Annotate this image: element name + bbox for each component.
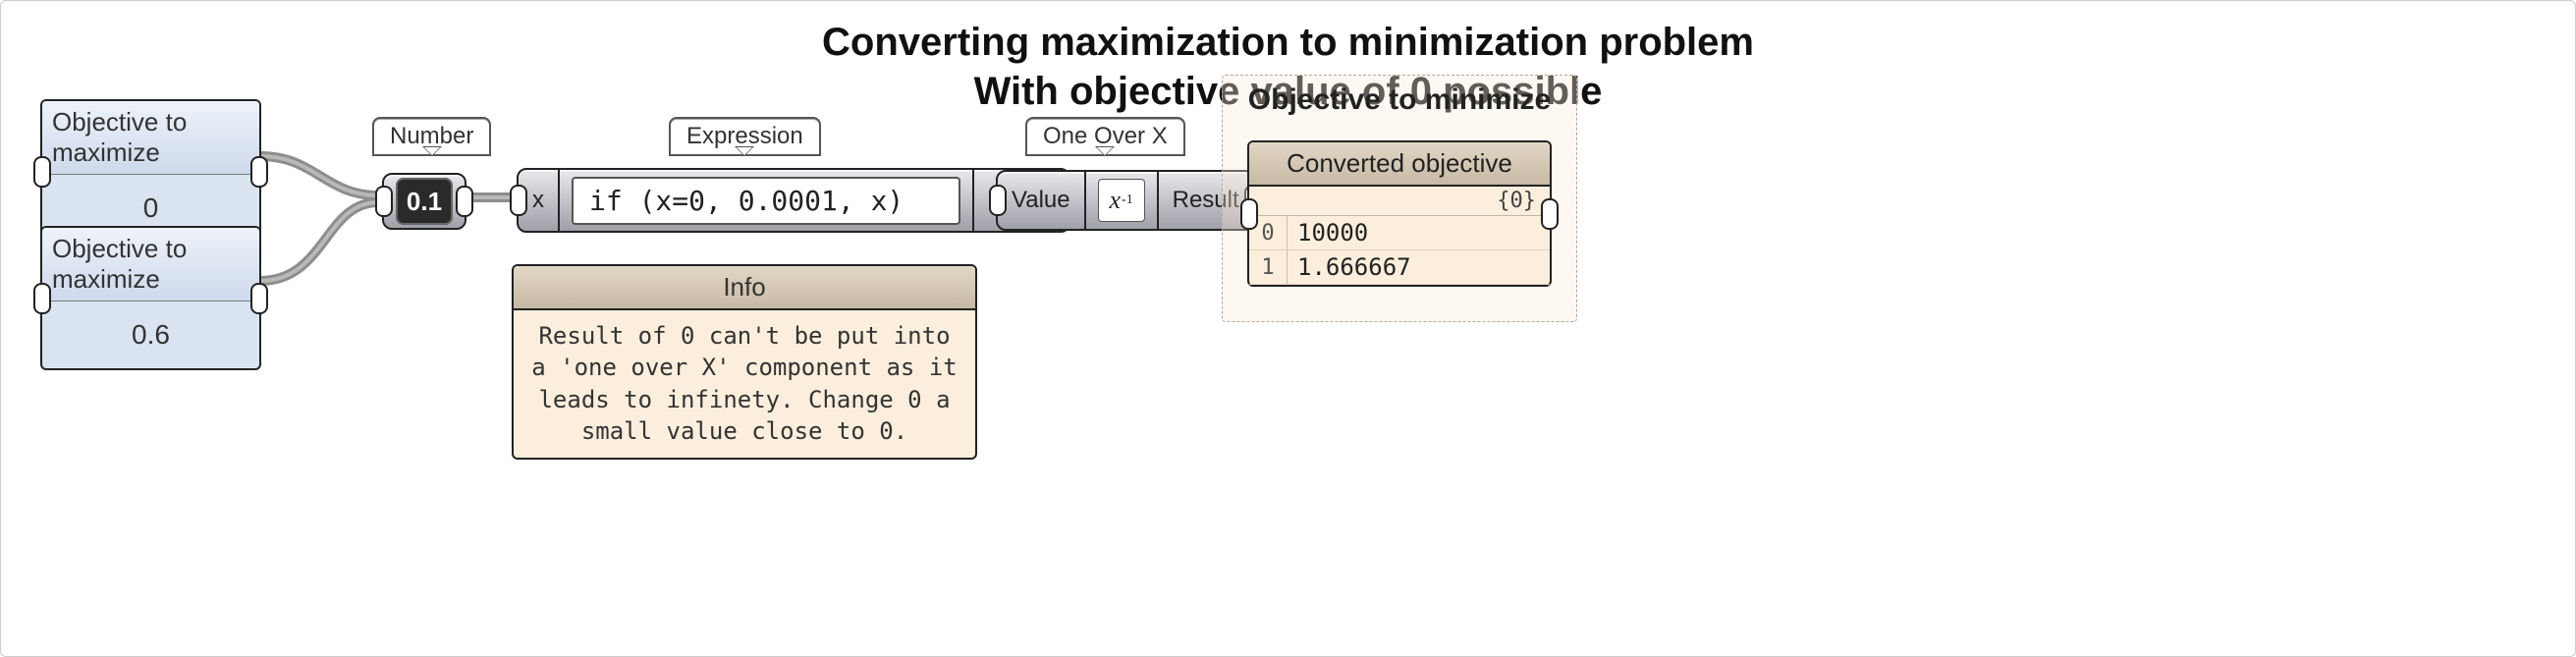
expression-component[interactable]: x if (x=0, 0.0001, x) Result xyxy=(517,168,1070,233)
one-over-x-component[interactable]: Value x-1 Result xyxy=(996,170,1255,231)
one-over-x-icon: x-1 xyxy=(1098,179,1145,222)
port-grip[interactable] xyxy=(250,283,268,314)
table-row: 010000 xyxy=(1249,216,1550,250)
group-label: Objective to minimize xyxy=(1223,83,1576,117)
info-header: Info xyxy=(514,266,975,310)
port-grip[interactable] xyxy=(250,156,268,188)
port-grip[interactable] xyxy=(989,185,1007,216)
table-row: 11.666667 xyxy=(1249,250,1550,285)
panel-value: 0.6 xyxy=(42,301,259,368)
port-grip[interactable] xyxy=(375,186,393,217)
panel-header: Objective to maximize xyxy=(42,101,259,175)
component-label-number: Number xyxy=(372,117,491,156)
panel-header: Objective to maximize xyxy=(42,228,259,301)
port-grip[interactable] xyxy=(1240,198,1258,230)
port-grip[interactable] xyxy=(456,186,473,217)
component-label-expression: Expression xyxy=(669,117,821,156)
oox-input-port[interactable]: Value xyxy=(998,172,1086,229)
expression-text[interactable]: if (x=0, 0.0001, x) xyxy=(572,177,960,225)
port-grip[interactable] xyxy=(510,185,527,216)
output-panel-converted[interactable]: Converted objective {0} 010000 11.666667 xyxy=(1247,140,1552,287)
output-table: 010000 11.666667 xyxy=(1249,216,1550,285)
panel-header: Converted objective xyxy=(1249,142,1550,187)
port-grip[interactable] xyxy=(33,283,51,314)
port-grip[interactable] xyxy=(1541,198,1559,230)
panel-column-header: {0} xyxy=(1249,187,1550,216)
diagram-title-line1: Converting maximization to minimization … xyxy=(1,21,2575,65)
component-label-oneoverx: One Over X xyxy=(1025,117,1185,156)
info-panel[interactable]: Info Result of 0 can't be put into a 'on… xyxy=(512,264,977,460)
number-icon: 0.1 xyxy=(396,178,453,225)
info-body: Result of 0 can't be put into a 'one ove… xyxy=(514,310,975,458)
grasshopper-canvas[interactable]: .w{fill:none;stroke:#8d8d8d;stroke-width… xyxy=(0,0,2576,657)
port-grip[interactable] xyxy=(33,156,51,188)
input-panel-objective-b[interactable]: Objective to maximize 0.6 xyxy=(40,226,261,370)
input-panel-objective-a[interactable]: Objective to maximize 0 xyxy=(40,99,261,244)
number-component[interactable]: 0.1 xyxy=(382,173,466,230)
